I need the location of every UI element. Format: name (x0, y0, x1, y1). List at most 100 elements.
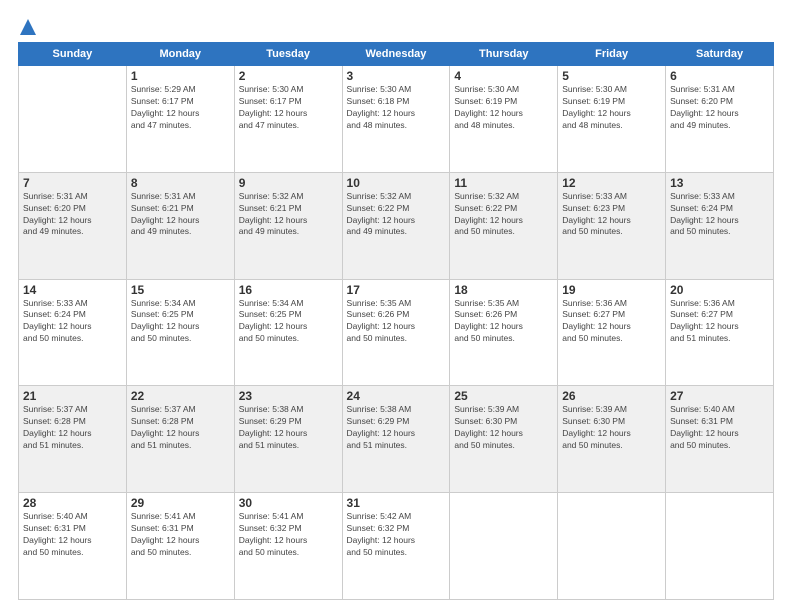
day-number: 18 (454, 283, 553, 297)
calendar-cell: 8Sunrise: 5:31 AM Sunset: 6:21 PM Daylig… (126, 172, 234, 279)
weekday-header-row: SundayMondayTuesdayWednesdayThursdayFrid… (19, 43, 774, 66)
day-number: 6 (670, 69, 769, 83)
calendar-cell: 19Sunrise: 5:36 AM Sunset: 6:27 PM Dayli… (558, 279, 666, 386)
calendar-cell: 13Sunrise: 5:33 AM Sunset: 6:24 PM Dayli… (666, 172, 774, 279)
day-number: 13 (670, 176, 769, 190)
day-info: Sunrise: 5:37 AM Sunset: 6:28 PM Dayligh… (23, 404, 122, 452)
day-number: 25 (454, 389, 553, 403)
day-info: Sunrise: 5:33 AM Sunset: 6:24 PM Dayligh… (23, 298, 122, 346)
day-number: 16 (239, 283, 338, 297)
day-number: 26 (562, 389, 661, 403)
day-number: 15 (131, 283, 230, 297)
calendar-cell: 5Sunrise: 5:30 AM Sunset: 6:19 PM Daylig… (558, 66, 666, 173)
week-row-3: 14Sunrise: 5:33 AM Sunset: 6:24 PM Dayli… (19, 279, 774, 386)
day-info: Sunrise: 5:35 AM Sunset: 6:26 PM Dayligh… (347, 298, 446, 346)
day-info: Sunrise: 5:40 AM Sunset: 6:31 PM Dayligh… (670, 404, 769, 452)
calendar-cell: 10Sunrise: 5:32 AM Sunset: 6:22 PM Dayli… (342, 172, 450, 279)
calendar-cell: 17Sunrise: 5:35 AM Sunset: 6:26 PM Dayli… (342, 279, 450, 386)
calendar-cell: 6Sunrise: 5:31 AM Sunset: 6:20 PM Daylig… (666, 66, 774, 173)
day-number: 22 (131, 389, 230, 403)
calendar-cell: 31Sunrise: 5:42 AM Sunset: 6:32 PM Dayli… (342, 493, 450, 600)
calendar-cell: 21Sunrise: 5:37 AM Sunset: 6:28 PM Dayli… (19, 386, 127, 493)
day-info: Sunrise: 5:32 AM Sunset: 6:22 PM Dayligh… (454, 191, 553, 239)
calendar-cell: 30Sunrise: 5:41 AM Sunset: 6:32 PM Dayli… (234, 493, 342, 600)
day-info: Sunrise: 5:32 AM Sunset: 6:21 PM Dayligh… (239, 191, 338, 239)
calendar-cell (450, 493, 558, 600)
calendar-cell: 29Sunrise: 5:41 AM Sunset: 6:31 PM Dayli… (126, 493, 234, 600)
day-info: Sunrise: 5:37 AM Sunset: 6:28 PM Dayligh… (131, 404, 230, 452)
day-number: 30 (239, 496, 338, 510)
calendar-cell: 4Sunrise: 5:30 AM Sunset: 6:19 PM Daylig… (450, 66, 558, 173)
calendar-cell: 14Sunrise: 5:33 AM Sunset: 6:24 PM Dayli… (19, 279, 127, 386)
calendar-cell: 9Sunrise: 5:32 AM Sunset: 6:21 PM Daylig… (234, 172, 342, 279)
day-info: Sunrise: 5:39 AM Sunset: 6:30 PM Dayligh… (562, 404, 661, 452)
day-number: 24 (347, 389, 446, 403)
day-number: 19 (562, 283, 661, 297)
calendar-cell: 11Sunrise: 5:32 AM Sunset: 6:22 PM Dayli… (450, 172, 558, 279)
day-info: Sunrise: 5:29 AM Sunset: 6:17 PM Dayligh… (131, 84, 230, 132)
weekday-wednesday: Wednesday (342, 43, 450, 66)
calendar-cell: 22Sunrise: 5:37 AM Sunset: 6:28 PM Dayli… (126, 386, 234, 493)
calendar-cell (558, 493, 666, 600)
calendar-cell: 16Sunrise: 5:34 AM Sunset: 6:25 PM Dayli… (234, 279, 342, 386)
day-info: Sunrise: 5:34 AM Sunset: 6:25 PM Dayligh… (239, 298, 338, 346)
logo-icon (19, 18, 37, 36)
calendar-cell: 1Sunrise: 5:29 AM Sunset: 6:17 PM Daylig… (126, 66, 234, 173)
day-info: Sunrise: 5:32 AM Sunset: 6:22 PM Dayligh… (347, 191, 446, 239)
day-number: 21 (23, 389, 122, 403)
day-info: Sunrise: 5:41 AM Sunset: 6:31 PM Dayligh… (131, 511, 230, 559)
calendar-cell: 23Sunrise: 5:38 AM Sunset: 6:29 PM Dayli… (234, 386, 342, 493)
day-info: Sunrise: 5:30 AM Sunset: 6:18 PM Dayligh… (347, 84, 446, 132)
day-number: 8 (131, 176, 230, 190)
day-number: 17 (347, 283, 446, 297)
calendar-cell: 26Sunrise: 5:39 AM Sunset: 6:30 PM Dayli… (558, 386, 666, 493)
calendar-cell (19, 66, 127, 173)
day-info: Sunrise: 5:42 AM Sunset: 6:32 PM Dayligh… (347, 511, 446, 559)
calendar-table: SundayMondayTuesdayWednesdayThursdayFrid… (18, 42, 774, 600)
day-number: 5 (562, 69, 661, 83)
weekday-thursday: Thursday (450, 43, 558, 66)
day-info: Sunrise: 5:36 AM Sunset: 6:27 PM Dayligh… (562, 298, 661, 346)
calendar-cell: 20Sunrise: 5:36 AM Sunset: 6:27 PM Dayli… (666, 279, 774, 386)
day-number: 23 (239, 389, 338, 403)
day-number: 11 (454, 176, 553, 190)
day-number: 9 (239, 176, 338, 190)
day-info: Sunrise: 5:30 AM Sunset: 6:17 PM Dayligh… (239, 84, 338, 132)
calendar-cell: 15Sunrise: 5:34 AM Sunset: 6:25 PM Dayli… (126, 279, 234, 386)
day-info: Sunrise: 5:41 AM Sunset: 6:32 PM Dayligh… (239, 511, 338, 559)
calendar-cell: 25Sunrise: 5:39 AM Sunset: 6:30 PM Dayli… (450, 386, 558, 493)
week-row-2: 7Sunrise: 5:31 AM Sunset: 6:20 PM Daylig… (19, 172, 774, 279)
calendar-cell: 7Sunrise: 5:31 AM Sunset: 6:20 PM Daylig… (19, 172, 127, 279)
calendar-cell: 2Sunrise: 5:30 AM Sunset: 6:17 PM Daylig… (234, 66, 342, 173)
calendar-cell: 24Sunrise: 5:38 AM Sunset: 6:29 PM Dayli… (342, 386, 450, 493)
day-info: Sunrise: 5:36 AM Sunset: 6:27 PM Dayligh… (670, 298, 769, 346)
weekday-tuesday: Tuesday (234, 43, 342, 66)
week-row-5: 28Sunrise: 5:40 AM Sunset: 6:31 PM Dayli… (19, 493, 774, 600)
day-number: 29 (131, 496, 230, 510)
day-info: Sunrise: 5:33 AM Sunset: 6:24 PM Dayligh… (670, 191, 769, 239)
day-number: 20 (670, 283, 769, 297)
week-row-4: 21Sunrise: 5:37 AM Sunset: 6:28 PM Dayli… (19, 386, 774, 493)
calendar-cell: 28Sunrise: 5:40 AM Sunset: 6:31 PM Dayli… (19, 493, 127, 600)
week-row-1: 1Sunrise: 5:29 AM Sunset: 6:17 PM Daylig… (19, 66, 774, 173)
day-number: 1 (131, 69, 230, 83)
day-info: Sunrise: 5:34 AM Sunset: 6:25 PM Dayligh… (131, 298, 230, 346)
day-number: 12 (562, 176, 661, 190)
day-number: 2 (239, 69, 338, 83)
day-info: Sunrise: 5:35 AM Sunset: 6:26 PM Dayligh… (454, 298, 553, 346)
day-info: Sunrise: 5:40 AM Sunset: 6:31 PM Dayligh… (23, 511, 122, 559)
day-info: Sunrise: 5:38 AM Sunset: 6:29 PM Dayligh… (347, 404, 446, 452)
calendar-cell: 27Sunrise: 5:40 AM Sunset: 6:31 PM Dayli… (666, 386, 774, 493)
day-number: 4 (454, 69, 553, 83)
calendar-cell: 12Sunrise: 5:33 AM Sunset: 6:23 PM Dayli… (558, 172, 666, 279)
day-info: Sunrise: 5:31 AM Sunset: 6:20 PM Dayligh… (670, 84, 769, 132)
calendar-cell: 18Sunrise: 5:35 AM Sunset: 6:26 PM Dayli… (450, 279, 558, 386)
header (18, 18, 774, 34)
day-info: Sunrise: 5:31 AM Sunset: 6:21 PM Dayligh… (131, 191, 230, 239)
day-number: 31 (347, 496, 446, 510)
weekday-friday: Friday (558, 43, 666, 66)
day-info: Sunrise: 5:31 AM Sunset: 6:20 PM Dayligh… (23, 191, 122, 239)
day-number: 27 (670, 389, 769, 403)
weekday-monday: Monday (126, 43, 234, 66)
page: SundayMondayTuesdayWednesdayThursdayFrid… (0, 0, 792, 612)
